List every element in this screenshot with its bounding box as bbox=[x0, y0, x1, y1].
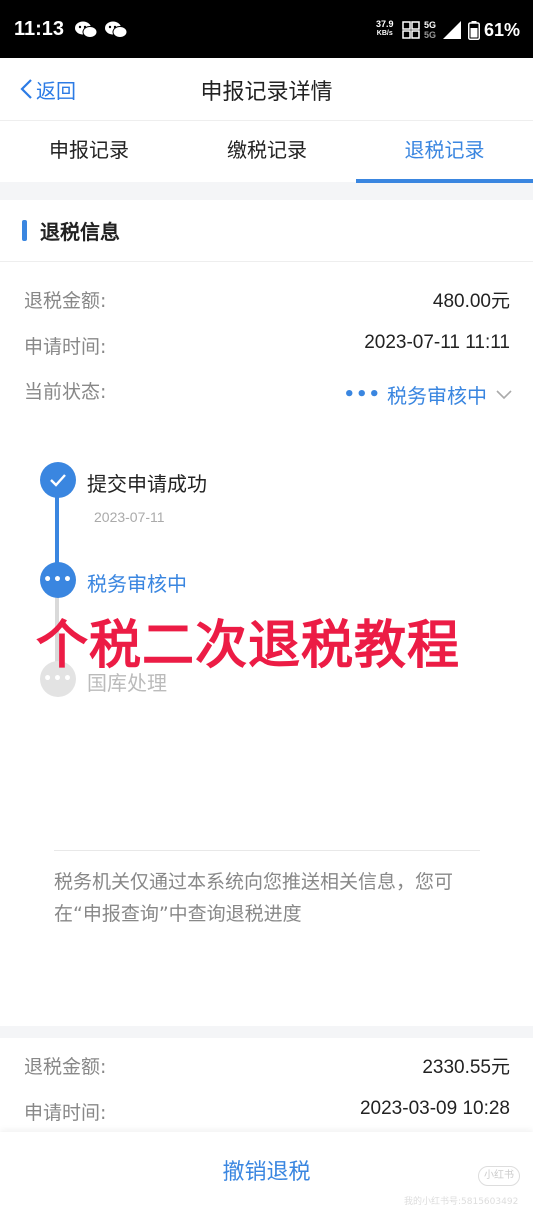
apply-time-value: 2023-03-09 10:28 bbox=[359, 1098, 510, 1119]
tab-tax-payment-records[interactable]: 缴税记录 bbox=[178, 121, 356, 183]
net-speed: 37.9 KB/s bbox=[376, 20, 394, 38]
refund-amount-value: 2330.55元 bbox=[422, 1057, 510, 1078]
wechat-icon bbox=[75, 21, 98, 38]
refund-record-item[interactable]: 退税金额: 2330.55元 申请时间: 2023-03-09 10:28 bbox=[0, 1038, 533, 1138]
net-speed-value: 37.9 bbox=[376, 19, 394, 29]
status-bar: 11:13 37.9 KB/s 5G 5G 61% bbox=[0, 0, 533, 58]
page-title: 申报记录详情 bbox=[200, 80, 333, 105]
divider bbox=[54, 850, 480, 851]
current-status-value: 税务审核中 bbox=[387, 384, 487, 408]
network-type-bottom: 5G bbox=[424, 30, 437, 40]
cancel-refund-button[interactable]: 撤销退税 bbox=[0, 1154, 533, 1186]
apply-time-label: 申请时间: bbox=[24, 336, 107, 358]
section-accent-bar bbox=[22, 220, 27, 241]
apply-time-label: 申请时间: bbox=[24, 1102, 107, 1124]
watermark-id: 我的小红书号:5815603492 bbox=[404, 1197, 519, 1207]
chevron-down-icon bbox=[496, 389, 512, 399]
battery-percent: 61% bbox=[484, 20, 521, 40]
tab-declaration-records[interactable]: 申报记录 bbox=[0, 121, 178, 183]
watermark-logo: 小红书 bbox=[478, 1166, 520, 1186]
network-type: 5G 5G bbox=[424, 20, 436, 40]
tab-tax-refund-records[interactable]: 退税记录 bbox=[356, 121, 533, 183]
overlay-caption: 个税二次退税教程 bbox=[36, 616, 461, 676]
net-speed-unit: KB/s bbox=[376, 30, 393, 37]
tab-bar: 申报记录 缴税记录 退税记录 bbox=[0, 120, 533, 183]
signal-icon bbox=[443, 21, 461, 39]
current-status-label: 当前状态: bbox=[24, 381, 107, 403]
timeline-step-label: 税务审核中 bbox=[87, 572, 187, 596]
status-time: 11:13 bbox=[14, 18, 65, 40]
refund-info-card: 退税信息 退税金额: 480.00元 申请时间: 2023-07-11 11:1… bbox=[0, 200, 533, 1026]
more-dots-icon: ••• bbox=[43, 572, 73, 588]
timeline-node-done bbox=[40, 462, 76, 498]
network-type-top: 5G bbox=[424, 20, 437, 30]
section-header: 退税信息 bbox=[0, 200, 533, 262]
dual-sim-icon bbox=[402, 21, 420, 39]
section-title: 退税信息 bbox=[40, 220, 120, 244]
checkmark-icon bbox=[50, 474, 66, 487]
more-dots-icon: ••• bbox=[343, 384, 381, 405]
refund-amount-label: 退税金额: bbox=[24, 290, 107, 312]
timeline-node-current: ••• bbox=[40, 562, 76, 598]
timeline-step-date: 2023-07-11 bbox=[94, 509, 165, 525]
battery-icon bbox=[468, 21, 480, 40]
refund-amount-value: 480.00元 bbox=[432, 291, 510, 312]
wechat-icon bbox=[105, 21, 128, 38]
notice-text: 税务机关仅通过本系统向您推送相关信息，您可在“申报查询”中查询退税进度 bbox=[54, 871, 454, 925]
current-status-toggle[interactable]: ••• 税务审核中 bbox=[343, 380, 513, 409]
refund-amount-label: 退税金额: bbox=[24, 1056, 107, 1078]
timeline-step-label: 提交申请成功 bbox=[87, 472, 207, 496]
nav-bar: 返回 申报记录详情 bbox=[0, 58, 533, 120]
apply-time-value: 2023-07-11 11:11 bbox=[364, 332, 510, 353]
